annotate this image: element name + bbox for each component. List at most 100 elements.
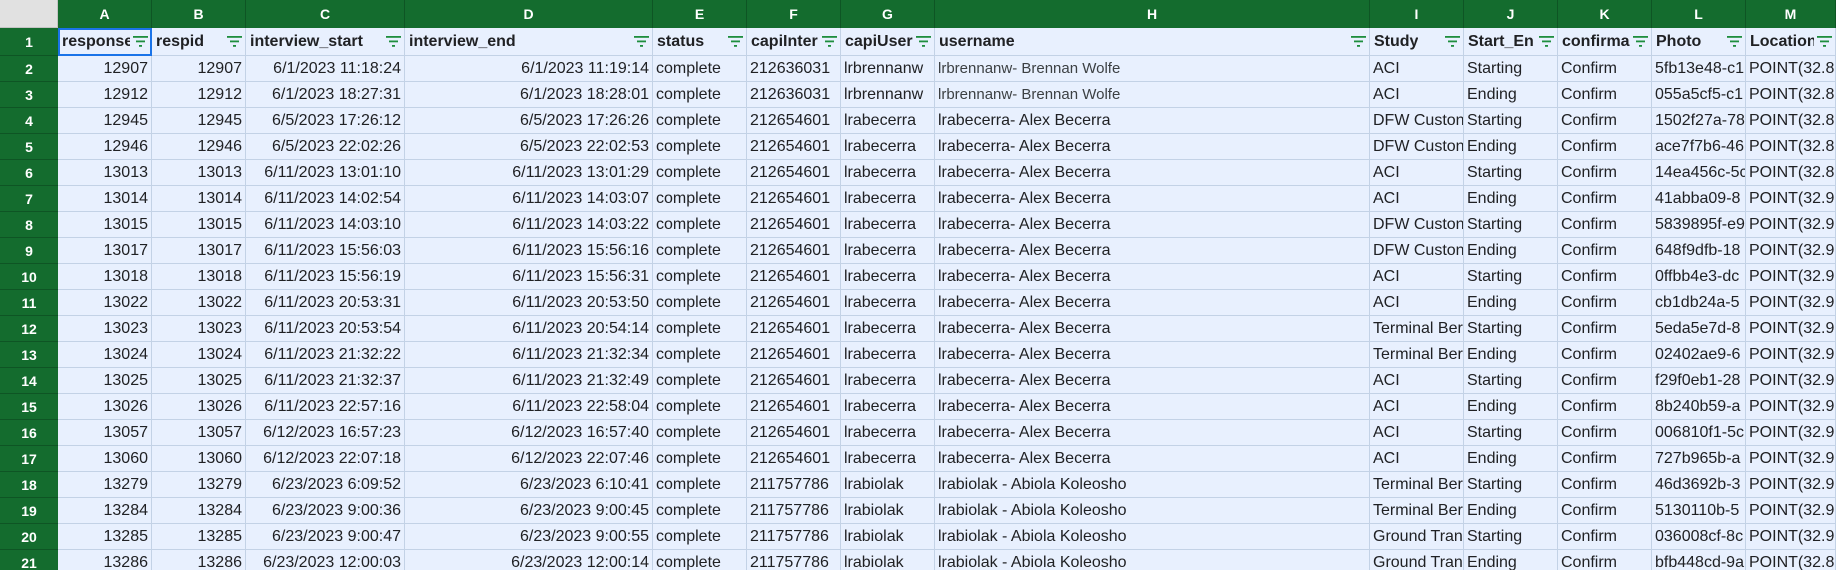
cell-response[interactable]: 13022 (58, 290, 152, 316)
cell-confirma[interactable]: Confirm (1558, 56, 1652, 82)
cell-start_en[interactable]: Starting (1464, 368, 1558, 394)
row-header-19[interactable]: 19 (0, 498, 58, 524)
cell-photo[interactable]: 02402ae9-6 (1652, 342, 1746, 368)
cell-interview_start[interactable]: 6/11/2023 21:32:37 (246, 368, 405, 394)
cell-interview_end[interactable]: 6/11/2023 22:58:04 (405, 394, 653, 420)
cell-respid[interactable]: 12946 (152, 134, 246, 160)
row-header-2[interactable]: 2 (0, 56, 58, 82)
cell-response[interactable]: 13026 (58, 394, 152, 420)
cell-capiinter[interactable]: 212654601 (747, 342, 841, 368)
cell-interview_start[interactable]: 6/5/2023 17:26:12 (246, 108, 405, 134)
cell-interview_start[interactable]: 6/1/2023 11:18:24 (246, 56, 405, 82)
cell-photo[interactable]: 006810f1-5c (1652, 420, 1746, 446)
cell-capiinter[interactable]: 212654601 (747, 264, 841, 290)
cell-confirma[interactable]: Confirm (1558, 524, 1652, 550)
cell-capiuser[interactable]: lrabecerra (841, 134, 935, 160)
cell-capiinter[interactable]: 212654601 (747, 316, 841, 342)
header-cell-capiuser[interactable]: capiUser (841, 28, 935, 56)
cell-interview_end[interactable]: 6/5/2023 22:02:53 (405, 134, 653, 160)
cell-respid[interactable]: 13017 (152, 238, 246, 264)
cell-status[interactable]: complete (653, 108, 747, 134)
filter-icon[interactable] (1817, 35, 1832, 47)
cell-status[interactable]: complete (653, 394, 747, 420)
cell-status[interactable]: complete (653, 82, 747, 108)
cell-confirma[interactable]: Confirm (1558, 420, 1652, 446)
cell-response[interactable]: 13279 (58, 472, 152, 498)
cell-capiuser[interactable]: lrabecerra (841, 420, 935, 446)
cell-username[interactable]: lrabiolak - Abiola Koleosho (935, 550, 1370, 570)
cell-interview_start[interactable]: 6/23/2023 12:00:03 (246, 550, 405, 570)
cell-start_en[interactable]: Ending (1464, 134, 1558, 160)
column-header-c[interactable]: C (246, 0, 405, 28)
cell-photo[interactable]: 5839895f-e9 (1652, 212, 1746, 238)
cell-confirma[interactable]: Confirm (1558, 498, 1652, 524)
cell-confirma[interactable]: Confirm (1558, 134, 1652, 160)
cell-study[interactable]: ACI (1370, 420, 1464, 446)
cell-location[interactable]: POINT(32.9 (1746, 524, 1836, 550)
row-header-17[interactable]: 17 (0, 446, 58, 472)
column-header-b[interactable]: B (152, 0, 246, 28)
filter-icon[interactable] (1539, 35, 1554, 47)
cell-capiuser[interactable]: lrbrennanw (841, 82, 935, 108)
cell-capiuser[interactable]: lrabecerra (841, 446, 935, 472)
cell-capiinter[interactable]: 212654601 (747, 394, 841, 420)
cell-respid[interactable]: 13286 (152, 550, 246, 570)
cell-confirma[interactable]: Confirm (1558, 290, 1652, 316)
cell-interview_end[interactable]: 6/11/2023 14:03:22 (405, 212, 653, 238)
cell-respid[interactable]: 13284 (152, 498, 246, 524)
cell-location[interactable]: POINT(32.8 (1746, 550, 1836, 570)
cell-capiinter[interactable]: 211757786 (747, 498, 841, 524)
filter-icon[interactable] (822, 35, 837, 47)
cell-study[interactable]: ACI (1370, 160, 1464, 186)
cell-photo[interactable]: 5130110b-5 (1652, 498, 1746, 524)
cell-username[interactable]: lrabecerra- Alex Becerra (935, 394, 1370, 420)
cell-username[interactable]: lrabecerra- Alex Becerra (935, 134, 1370, 160)
cell-study[interactable]: ACI (1370, 186, 1464, 212)
cell-respid[interactable]: 13057 (152, 420, 246, 446)
cell-capiuser[interactable]: lrabecerra (841, 160, 935, 186)
cell-response[interactable]: 12907 (58, 56, 152, 82)
row-header-21[interactable]: 21 (0, 550, 58, 570)
cell-response[interactable]: 13015 (58, 212, 152, 238)
header-cell-study[interactable]: Study (1370, 28, 1464, 56)
cell-interview_start[interactable]: 6/23/2023 9:00:36 (246, 498, 405, 524)
cell-location[interactable]: POINT(32.9 (1746, 368, 1836, 394)
column-header-a[interactable]: A (58, 0, 152, 28)
cell-photo[interactable]: 648f9dfb-18 (1652, 238, 1746, 264)
column-header-h[interactable]: H (935, 0, 1370, 28)
cell-location[interactable]: POINT(32.9 (1746, 498, 1836, 524)
cell-status[interactable]: complete (653, 290, 747, 316)
cell-location[interactable]: POINT(32.8 (1746, 56, 1836, 82)
cell-location[interactable]: POINT(32.9 (1746, 212, 1836, 238)
cell-response[interactable]: 13286 (58, 550, 152, 570)
row-header-14[interactable]: 14 (0, 368, 58, 394)
cell-capiuser[interactable]: lrabiolak (841, 472, 935, 498)
cell-start_en[interactable]: Starting (1464, 108, 1558, 134)
cell-start_en[interactable]: Ending (1464, 446, 1558, 472)
cell-start_en[interactable]: Ending (1464, 498, 1558, 524)
cell-respid[interactable]: 13285 (152, 524, 246, 550)
cell-respid[interactable]: 13018 (152, 264, 246, 290)
row-header-1[interactable]: 1 (0, 28, 58, 56)
cell-interview_start[interactable]: 6/11/2023 22:57:16 (246, 394, 405, 420)
cell-start_en[interactable]: Starting (1464, 524, 1558, 550)
cell-capiinter[interactable]: 212636031 (747, 82, 841, 108)
cell-capiinter[interactable]: 212654601 (747, 238, 841, 264)
cell-username[interactable]: lrabiolak - Abiola Koleosho (935, 472, 1370, 498)
row-header-3[interactable]: 3 (0, 82, 58, 108)
header-cell-respid[interactable]: respid (152, 28, 246, 56)
cell-study[interactable]: Ground Tran (1370, 550, 1464, 570)
cell-response[interactable]: 13060 (58, 446, 152, 472)
cell-photo[interactable]: 14ea456c-5c (1652, 160, 1746, 186)
cell-interview_start[interactable]: 6/11/2023 20:53:54 (246, 316, 405, 342)
cell-location[interactable]: POINT(32.8 (1746, 108, 1836, 134)
cell-username[interactable]: lrbrennanw- Brennan Wolfe (935, 56, 1370, 82)
cell-response[interactable]: 13025 (58, 368, 152, 394)
select-all-corner[interactable] (0, 0, 58, 28)
cell-start_en[interactable]: Starting (1464, 160, 1558, 186)
row-header-8[interactable]: 8 (0, 212, 58, 238)
cell-response[interactable]: 12945 (58, 108, 152, 134)
cell-username[interactable]: lrabiolak - Abiola Koleosho (935, 524, 1370, 550)
cell-photo[interactable]: 1502f27a-78 (1652, 108, 1746, 134)
cell-location[interactable]: POINT(32.9 (1746, 238, 1836, 264)
